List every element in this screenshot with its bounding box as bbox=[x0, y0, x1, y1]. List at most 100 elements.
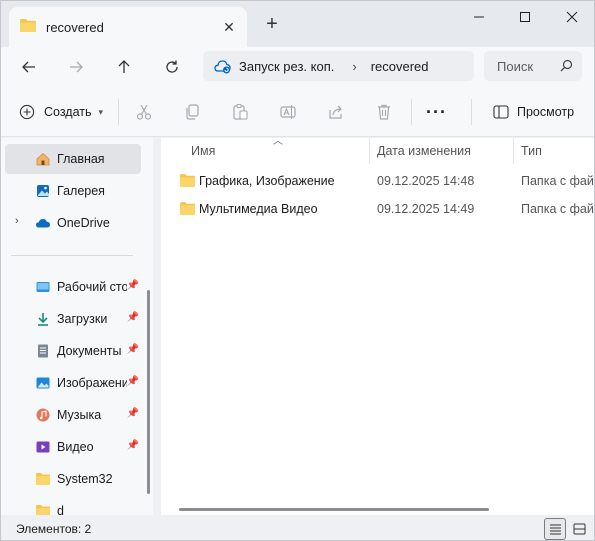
breadcrumb-recovered[interactable]: recovered bbox=[371, 59, 429, 74]
sidebar-item-desktop[interactable]: Рабочий стол 📌 bbox=[5, 272, 141, 302]
chevron-down-icon: ▾ bbox=[98, 106, 104, 117]
search-box[interactable]: Поиск bbox=[484, 51, 582, 81]
folder-icon bbox=[19, 18, 37, 36]
arrow-left-icon bbox=[22, 61, 35, 73]
tab-title: recovered bbox=[46, 19, 104, 35]
sidebar-item-home[interactable]: Главная bbox=[5, 144, 141, 174]
backup-location-icon bbox=[214, 59, 231, 74]
breadcrumb-separator[interactable]: › bbox=[352, 59, 356, 74]
sidebar-item-pictures[interactable]: Изображения 📌 bbox=[5, 368, 141, 398]
folder-icon bbox=[180, 202, 195, 215]
more-options-button[interactable]: ··· bbox=[426, 87, 447, 137]
minimize-icon bbox=[474, 16, 484, 18]
maximize-icon bbox=[520, 12, 530, 22]
plus-circle-icon bbox=[19, 104, 35, 120]
sidebar-divider bbox=[11, 255, 133, 256]
sidebar-item-label: Галерея bbox=[57, 184, 105, 198]
sidebar-item-label: Главная bbox=[57, 152, 105, 166]
refresh-button[interactable] bbox=[157, 53, 187, 81]
horizontal-scrollbar[interactable] bbox=[179, 508, 489, 511]
navigation-pane: Главная Галерея › OneDrive Рабочий стол … bbox=[1, 138, 153, 515]
search-placeholder: Поиск bbox=[497, 58, 534, 74]
share-icon[interactable] bbox=[327, 103, 345, 121]
toolbar-divider bbox=[471, 99, 472, 125]
cloud-icon bbox=[36, 219, 50, 228]
column-divider[interactable] bbox=[513, 138, 514, 164]
tab-recovered[interactable]: recovered ✕ bbox=[9, 7, 247, 47]
close-icon bbox=[566, 11, 578, 23]
home-icon bbox=[36, 152, 50, 166]
arrow-right-icon bbox=[70, 61, 83, 73]
toolbar-divider bbox=[118, 99, 119, 125]
maximize-button[interactable] bbox=[502, 1, 548, 33]
sidebar-item-label: d bbox=[57, 504, 64, 515]
view-button[interactable]: Просмотр bbox=[493, 87, 574, 137]
paste-icon[interactable] bbox=[231, 103, 249, 121]
column-header-type[interactable]: Тип bbox=[521, 138, 542, 164]
video-icon bbox=[36, 441, 50, 453]
tiles-view-button[interactable] bbox=[568, 518, 590, 540]
delete-icon[interactable] bbox=[375, 103, 393, 121]
sidebar-item-d[interactable]: d bbox=[5, 496, 141, 515]
up-button[interactable] bbox=[109, 53, 139, 81]
item-count: Элементов: 2 bbox=[16, 522, 92, 536]
rename-icon[interactable] bbox=[279, 103, 297, 121]
file-name: Мультимедиа Видео bbox=[199, 202, 318, 216]
sidebar-item-music[interactable]: Музыка 📌 bbox=[5, 400, 141, 430]
download-icon bbox=[38, 313, 48, 326]
file-row[interactable]: Графика, Изображение 09.12.2025 14:48 Па… bbox=[161, 167, 594, 195]
details-view-button[interactable] bbox=[544, 518, 566, 540]
status-bar: Элементов: 2 bbox=[1, 515, 594, 540]
command-bar: Создать ▾ ··· Просмотр bbox=[1, 87, 594, 137]
sidebar-item-system32[interactable]: System32 bbox=[5, 464, 141, 494]
arrow-up-icon bbox=[118, 60, 130, 73]
pin-icon[interactable]: 📌 bbox=[127, 312, 139, 323]
sidebar-item-documents[interactable]: Документы 📌 bbox=[5, 336, 141, 366]
file-date: 09.12.2025 14:49 bbox=[377, 202, 475, 216]
create-button[interactable]: Создать ▾ bbox=[19, 87, 103, 137]
details-view-icon bbox=[549, 524, 561, 535]
copy-icon[interactable] bbox=[183, 103, 201, 121]
breadcrumb-backup[interactable]: Запуск рез. коп. bbox=[239, 59, 334, 74]
cut-icon[interactable] bbox=[135, 103, 153, 121]
pin-icon[interactable]: 📌 bbox=[127, 440, 139, 451]
file-type: Папка с файлами bbox=[521, 202, 594, 216]
address-bar[interactable]: Запуск рез. коп. › recovered bbox=[203, 51, 474, 81]
pin-icon[interactable]: 📌 bbox=[127, 408, 139, 419]
close-window-button[interactable] bbox=[549, 1, 594, 33]
sidebar-item-label: Рабочий стол bbox=[57, 280, 127, 294]
gallery-icon bbox=[37, 185, 49, 197]
file-explorer-window: recovered ✕ + Запуск рез. коп. › recover… bbox=[0, 0, 595, 541]
sidebar-item-label: Документы bbox=[57, 344, 122, 358]
pin-icon[interactable]: 📌 bbox=[127, 376, 139, 387]
column-header-date[interactable]: Дата изменения bbox=[377, 138, 471, 164]
sidebar-item-onedrive[interactable]: › OneDrive bbox=[5, 208, 141, 238]
forward-button[interactable] bbox=[61, 53, 91, 81]
file-row[interactable]: Мультимедиа Видео 09.12.2025 14:49 Папка… bbox=[161, 195, 594, 223]
preview-pane-icon bbox=[493, 105, 509, 119]
sidebar-item-label: Загрузки bbox=[57, 312, 108, 326]
sidebar-item-gallery[interactable]: Галерея bbox=[5, 176, 141, 206]
document-icon bbox=[38, 344, 48, 358]
new-tab-button[interactable]: + bbox=[261, 13, 283, 35]
chevron-right-icon[interactable]: › bbox=[15, 215, 19, 227]
pin-icon[interactable]: 📌 bbox=[127, 280, 139, 291]
navigation-bar: Запуск рез. коп. › recovered Поиск bbox=[1, 47, 594, 87]
file-type: Папка с файлами bbox=[521, 174, 594, 188]
column-divider[interactable] bbox=[369, 138, 370, 164]
toolbar-divider bbox=[411, 99, 412, 125]
back-button[interactable] bbox=[14, 53, 44, 81]
sidebar-item-label: Музыка bbox=[57, 408, 102, 422]
sidebar-item-downloads[interactable]: Загрузки 📌 bbox=[5, 304, 141, 334]
sidebar-scrollbar[interactable] bbox=[147, 290, 150, 494]
pin-icon[interactable]: 📌 bbox=[127, 344, 139, 355]
search-icon bbox=[560, 59, 573, 75]
minimize-button[interactable] bbox=[456, 1, 502, 33]
tab-close-button[interactable]: ✕ bbox=[219, 17, 239, 37]
sidebar-item-videos[interactable]: Видео 📌 bbox=[5, 432, 141, 462]
sidebar-item-label: Видео bbox=[57, 440, 94, 454]
desktop-icon bbox=[36, 282, 50, 292]
folder-icon bbox=[36, 473, 50, 485]
music-icon bbox=[36, 408, 50, 422]
column-header-name[interactable]: Имя bbox=[191, 138, 215, 164]
